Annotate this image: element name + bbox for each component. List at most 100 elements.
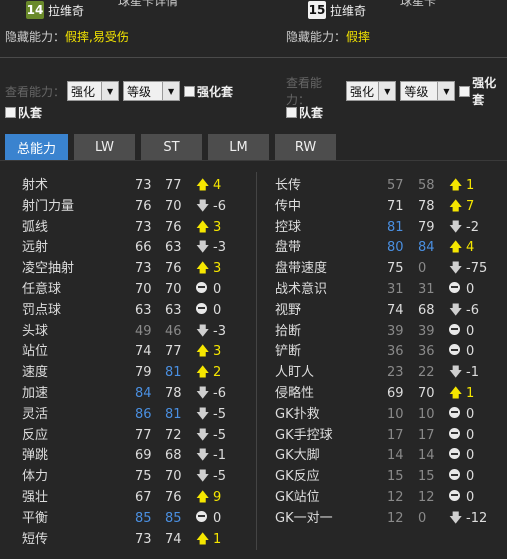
stat-value-left-card: 75 xyxy=(135,469,152,485)
level-select-left[interactable]: 等级 ▼ xyxy=(123,81,181,101)
stat-row: 头球 49 46 🡇 -3 xyxy=(0,324,256,345)
stat-name: GK扑救 xyxy=(275,406,320,422)
stat-value-left-card: 12 xyxy=(387,510,404,526)
stat-row: GK扑救 10 10 0 xyxy=(257,406,507,428)
stat-row: 速度 79 81 🡅 2 xyxy=(0,365,256,386)
stat-name: 长传 xyxy=(275,178,302,193)
stat-diff: 0 xyxy=(466,489,475,505)
stat-value-right-card: 15 xyxy=(418,469,435,485)
stat-row: 远射 66 63 🡇 -3 xyxy=(0,240,256,261)
stat-diff: -3 xyxy=(213,240,226,256)
boost-select-value: 强化 xyxy=(71,84,96,99)
arrow-up-icon: 🡅 xyxy=(449,178,463,193)
stat-diff: 7 xyxy=(466,198,475,214)
stat-diff: 1 xyxy=(466,178,475,193)
player-name-left[interactable]: 拉维奇 xyxy=(48,2,84,19)
stat-value-left-card: 85 xyxy=(135,510,152,526)
view-controls-left: 查看能力： 强化 ▼ 等级 ▼ 强化套 xyxy=(5,80,233,102)
stat-value-left-card: 86 xyxy=(135,406,152,422)
stat-value-right-card: 70 xyxy=(165,281,182,297)
tab-overall[interactable]: 总能力 xyxy=(5,134,68,160)
stat-value-left-card: 75 xyxy=(387,261,404,277)
stat-value-left-card: 36 xyxy=(387,344,404,360)
stat-value-right-card: 39 xyxy=(418,323,435,339)
stat-value-right-card: 10 xyxy=(418,406,435,422)
stat-value-right-card: 78 xyxy=(165,385,182,401)
player-name-right[interactable]: 拉维奇 xyxy=(330,2,366,19)
stat-name: 站位 xyxy=(22,344,49,360)
stat-name: GK站位 xyxy=(275,489,320,505)
boost-set-checkbox-left[interactable] xyxy=(184,85,196,97)
stat-diff: 3 xyxy=(213,344,222,360)
boost-set-checkbox-right[interactable] xyxy=(459,85,471,97)
stat-value-right-card: 85 xyxy=(165,510,182,526)
arrow-up-icon: 🡅 xyxy=(196,219,210,235)
stat-value-left-card: 74 xyxy=(135,344,152,360)
stat-name: 战术意识 xyxy=(275,281,328,297)
stat-name: 罚点球 xyxy=(22,302,62,318)
stat-diff: 9 xyxy=(213,489,222,505)
tab-lw[interactable]: LW xyxy=(74,134,135,160)
arrow-down-icon: 🡇 xyxy=(449,302,463,318)
stat-row: 站位 74 77 🡅 3 xyxy=(0,344,256,365)
stat-name: 头球 xyxy=(22,323,49,339)
stat-diff: -5 xyxy=(213,427,226,443)
tab-lm[interactable]: LM xyxy=(208,134,269,160)
stat-name: 加速 xyxy=(22,385,49,401)
stat-value-left-card: 63 xyxy=(135,302,152,318)
tab-st[interactable]: ST xyxy=(141,134,202,160)
arrow-down-icon: 🡇 xyxy=(196,469,210,485)
stat-diff: -1 xyxy=(213,448,226,464)
stat-value-right-card: 31 xyxy=(418,281,435,297)
stat-diff: 3 xyxy=(213,261,222,277)
stat-value-left-card: 66 xyxy=(135,240,152,256)
boost-select-left[interactable]: 强化 ▼ xyxy=(67,81,120,101)
stat-row: 侵略性 69 70 🡅 1 xyxy=(257,386,507,407)
boost-select-right[interactable]: 强化 ▼ xyxy=(346,81,397,101)
stat-name: GK大脚 xyxy=(275,448,320,464)
arrow-up-icon: 🡅 xyxy=(196,344,210,360)
stat-diff: -3 xyxy=(213,323,226,339)
level-select-right[interactable]: 等级 ▼ xyxy=(400,81,456,101)
chevron-down-icon: ▼ xyxy=(101,82,119,100)
stat-row: 盘带 80 84 🡅 4 xyxy=(257,240,507,261)
arrow-up-icon: 🡅 xyxy=(196,178,210,193)
team-set-checkbox-left[interactable] xyxy=(5,107,16,118)
stat-value-right-card: 68 xyxy=(418,302,435,318)
tab-underline xyxy=(0,160,507,161)
stat-row: 传中 71 78 🡅 7 xyxy=(257,199,507,220)
stat-value-left-card: 73 xyxy=(135,531,152,547)
arrow-up-icon: 🡅 xyxy=(196,365,210,381)
stat-value-right-card: 14 xyxy=(418,448,435,464)
arrow-down-icon: 🡇 xyxy=(196,323,210,339)
tab-rw[interactable]: RW xyxy=(275,134,336,160)
stat-name: 体力 xyxy=(22,469,49,485)
stat-row: 平衡 85 85 0 xyxy=(0,510,256,532)
stat-name: 盘带 xyxy=(275,240,302,256)
stat-value-left-card: 71 xyxy=(387,198,404,214)
stat-value-right-card: 81 xyxy=(165,365,182,381)
stat-row: 控球 81 79 🡇 -2 xyxy=(257,220,507,241)
player-header-right: 15 拉维奇 xyxy=(308,0,366,20)
stat-row: 视野 74 68 🡇 -6 xyxy=(257,303,507,324)
stat-diff: 1 xyxy=(213,531,222,547)
stat-diff: 1 xyxy=(466,385,475,401)
stats-column-left: 射术 73 77 🡅 4 射门力量 76 70 🡇 -6 弧线 73 76 🡅 3 远射 66 63 🡇 -3 凌空抽射… xyxy=(0,178,256,552)
version-badge-left: 14 xyxy=(26,1,44,19)
arrow-up-icon: 🡅 xyxy=(449,198,463,214)
arrow-down-icon: 🡇 xyxy=(196,427,210,443)
stat-diff: 0 xyxy=(466,344,475,360)
hidden-ability-value-right: 假摔 xyxy=(346,30,371,44)
stat-row: 凌空抽射 73 76 🡅 3 xyxy=(0,261,256,282)
stat-diff: 3 xyxy=(213,219,222,235)
stat-diff: 0 xyxy=(466,406,475,422)
arrow-down-icon: 🡇 xyxy=(196,448,210,464)
stat-value-left-card: 23 xyxy=(387,365,404,381)
stat-row: GK一对一 12 0 🡇 -12 xyxy=(257,511,507,532)
stat-value-left-card: 69 xyxy=(135,448,152,464)
arrow-up-icon: 🡅 xyxy=(196,261,210,277)
team-set-left: 队套 xyxy=(5,104,42,121)
boost-set-label-right: 强化套 xyxy=(472,76,497,107)
stat-row: 射术 73 77 🡅 4 xyxy=(0,178,256,199)
team-set-checkbox-right[interactable] xyxy=(286,107,297,118)
